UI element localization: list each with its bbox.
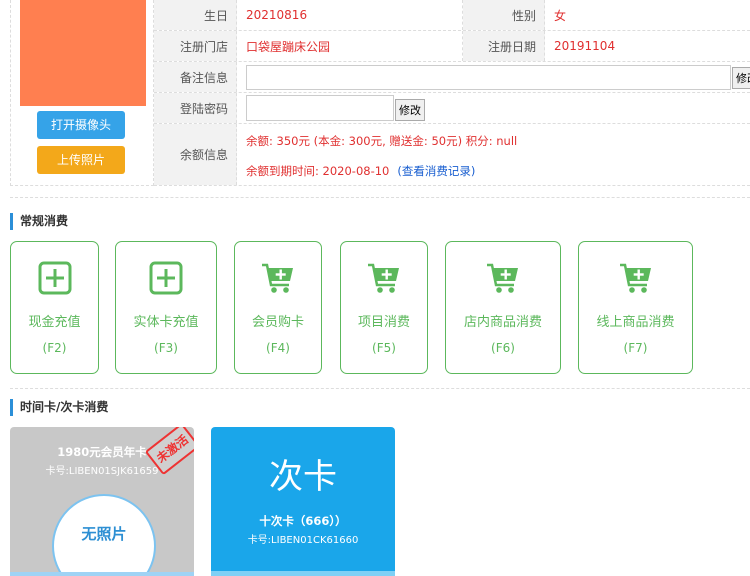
tile-label: 实体卡充值: [133, 315, 199, 330]
card-title: 十次卡（666））: [259, 514, 347, 528]
store-value: 口袋屋蹦床公园: [237, 31, 463, 61]
tile-card-recharge[interactable]: 实体卡充值 (F3): [115, 241, 217, 374]
member-photo: [20, 0, 146, 106]
tile-project-consume[interactable]: 项目消费 (F5): [340, 241, 428, 374]
cart-plus-icon: [368, 263, 399, 293]
plus-square-icon: [149, 261, 183, 295]
member-info-panel: 打开摄像头 上传照片 生日 20210816 性别 女 注册门店 口袋屋蹦床公园…: [0, 0, 750, 186]
photo-column: 打开摄像头 上传照片: [10, 0, 154, 186]
tile-shortcut: (F7): [623, 341, 648, 355]
member-card-count[interactable]: 次卡 十次卡（666）） 卡号:LIBEN01CK61660: [211, 427, 395, 576]
balance-label: 余额信息: [154, 124, 237, 185]
tile-buy-card[interactable]: 会员购卡 (F4): [234, 241, 322, 374]
tile-label: 线上商品消费: [596, 315, 675, 330]
plus-square-icon: [38, 261, 71, 295]
balance-expire: 余额到期时间: 2020-08-10 (查看消费记录): [246, 163, 475, 179]
note-label: 备注信息: [154, 62, 237, 92]
reg-date-label: 注册日期: [463, 31, 545, 61]
info-row-birthday: 生日 20210816 性别 女: [154, 0, 750, 31]
password-label: 登陆密码: [154, 93, 237, 123]
note-edit-button[interactable]: 修改: [732, 67, 750, 89]
tile-label: 项目消费: [357, 315, 410, 330]
password-input[interactable]: [246, 95, 394, 121]
member-card-annual[interactable]: 1980元会员年卡 卡号:LIBEN01SJK61659 无照片 未激活: [10, 427, 194, 576]
info-row-balance: 余额信息 余额: 350元 (本金: 300元, 赠送金: 50元) 积分: n…: [154, 124, 750, 186]
birthday-label: 生日: [154, 0, 237, 30]
card-strip: [10, 572, 194, 576]
no-photo-text: 无照片: [81, 524, 127, 543]
card-type-text: 次卡: [269, 457, 337, 497]
cart-plus-icon: [487, 263, 518, 293]
gender-label: 性别: [463, 0, 545, 30]
reg-date-value: 20191104: [554, 39, 616, 53]
info-row-note: 备注信息 修改: [154, 62, 750, 93]
tile-cash-recharge[interactable]: 现金充值 (F2): [10, 241, 99, 374]
info-grid: 生日 20210816 性别 女 注册门店 口袋屋蹦床公园 注册日期 20191…: [154, 0, 750, 186]
info-row-password: 登陆密码 修改: [154, 93, 750, 124]
cart-plus-icon: [619, 263, 651, 293]
tile-shortcut: (F4): [266, 341, 290, 355]
no-photo-circle: 无照片: [52, 494, 156, 576]
tile-shortcut: (F3): [154, 341, 178, 355]
tile-instore-goods[interactable]: 店内商品消费 (F6): [445, 241, 561, 374]
store-label: 注册门店: [154, 31, 237, 61]
tile-label: 会员购卡: [251, 315, 304, 330]
section-title-regular: 常规消费: [10, 213, 68, 230]
card-strip: [211, 571, 395, 576]
gender-value: 女: [554, 8, 567, 23]
card-number: 卡号:LIBEN01CK61660: [247, 535, 359, 546]
upload-photo-button[interactable]: 上传照片: [37, 146, 125, 174]
tile-online-goods[interactable]: 线上商品消费 (F7): [578, 241, 693, 374]
note-input[interactable]: [246, 65, 731, 90]
password-edit-button[interactable]: 修改: [395, 99, 425, 121]
expire-text: 余额到期时间: 2020-08-10: [246, 164, 390, 178]
section-divider: [10, 197, 750, 198]
tile-shortcut: (F5): [372, 341, 396, 355]
tile-shortcut: (F2): [42, 341, 67, 355]
open-camera-button[interactable]: 打开摄像头: [37, 111, 125, 139]
birthday-value: 20210816: [237, 0, 463, 30]
info-row-store: 注册门店 口袋屋蹦床公园 注册日期 20191104: [154, 31, 750, 62]
section-title-timecard: 时间卡/次卡消费: [10, 399, 108, 416]
section-divider: [10, 388, 750, 389]
consumption-records-link[interactable]: (查看消费记录): [397, 164, 475, 178]
tile-shortcut: (F6): [491, 341, 515, 355]
tile-label: 店内商品消费: [463, 315, 542, 330]
cart-plus-icon: [262, 263, 293, 293]
balance-text: 余额: 350元 (本金: 300元, 赠送金: 50元) 积分: null: [246, 134, 518, 148]
tile-label: 现金充值: [28, 315, 81, 330]
